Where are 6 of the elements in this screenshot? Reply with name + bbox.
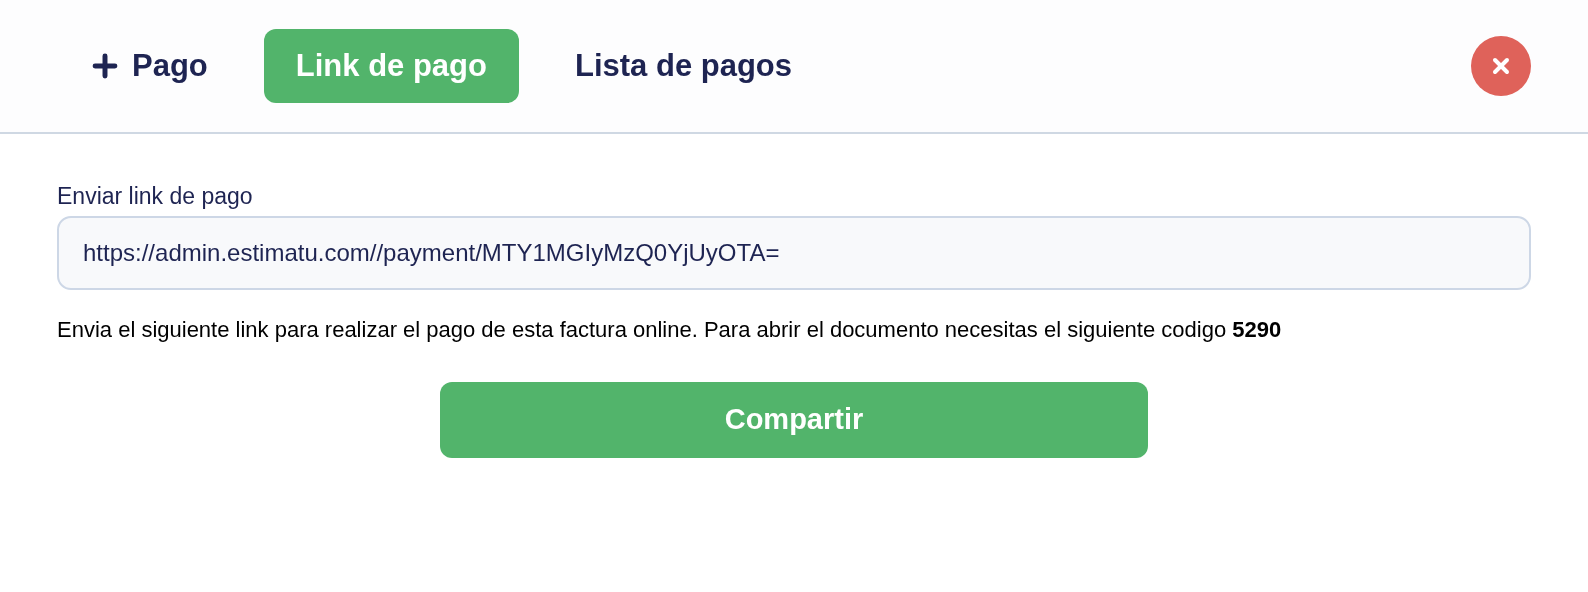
tab[interactable]: Lista de pagos: [543, 29, 825, 103]
close-button[interactable]: [1471, 36, 1531, 96]
tab[interactable]: Pago: [88, 29, 240, 103]
link-field[interactable]: https://admin.estimatu.com//payment/MTY1MGIyMzQ0YjUyOTA=: [57, 216, 1531, 290]
field-label: Enviar link de pago: [57, 182, 254, 211]
info-text: Envia el siguiente link para realizar el pago de esta factura online. Para abrir el documento necesitas el siguiente codigo 5290: [57, 316, 1283, 344]
